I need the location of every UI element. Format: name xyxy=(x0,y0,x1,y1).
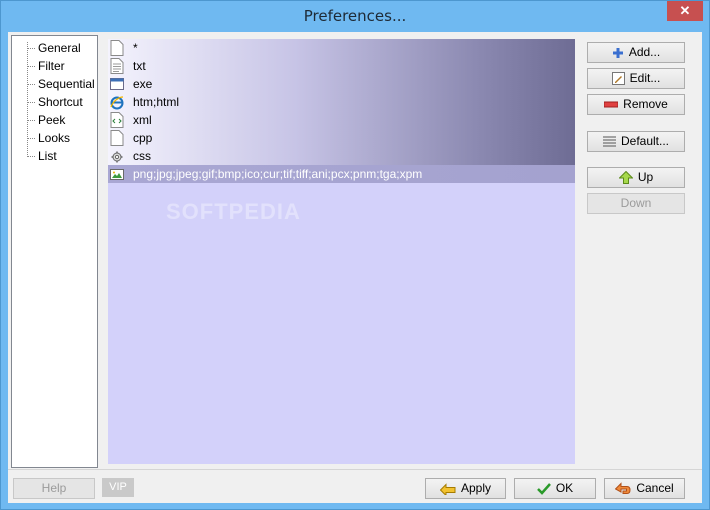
checkmark-icon xyxy=(536,482,551,495)
list-item[interactable]: css xyxy=(108,147,575,165)
default-button-label: Default... xyxy=(620,134,670,148)
list-item[interactable]: xml xyxy=(108,111,575,129)
list-item-label: txt xyxy=(133,59,146,73)
tree-item-filter[interactable]: Filter xyxy=(12,58,97,76)
apply-button-label: Apply xyxy=(460,481,492,495)
list-item-label: exe xyxy=(133,77,153,91)
edit-pencil-icon xyxy=(611,72,625,86)
xml-file-icon xyxy=(110,112,124,128)
add-button-label: Add... xyxy=(628,45,661,59)
list-item-label: png;jpg;jpeg;gif;bmp;ico;cur;tif;tiff;an… xyxy=(133,167,423,181)
ok-button-label: OK xyxy=(555,481,574,495)
remove-button[interactable]: Remove xyxy=(587,94,685,115)
blank-file-icon xyxy=(110,40,124,56)
minus-icon xyxy=(604,101,619,108)
cancel-button-label: Cancel xyxy=(636,481,674,495)
list-item-label: * xyxy=(133,41,138,55)
list-item[interactable]: * xyxy=(108,39,575,57)
tree-item-general[interactable]: General xyxy=(12,40,97,58)
help-button[interactable]: Help xyxy=(13,478,95,499)
window-title: Preferences... xyxy=(303,7,407,25)
edit-button[interactable]: Edit... xyxy=(587,68,685,89)
plus-icon xyxy=(612,47,623,58)
remove-button-label: Remove xyxy=(623,97,668,111)
help-button-label: Help xyxy=(41,481,67,495)
tree-item-list[interactable]: List xyxy=(12,148,97,166)
title-bar[interactable]: Preferences... ✕ xyxy=(1,1,709,32)
tree-item-label: Sequential xyxy=(38,77,95,91)
default-button[interactable]: Default... xyxy=(587,131,685,152)
footer-separator xyxy=(8,469,702,470)
list-item-label: htm;html xyxy=(133,95,180,109)
list-lines-icon xyxy=(602,136,616,147)
list-item-label: xml xyxy=(133,113,152,127)
arrow-up-icon xyxy=(618,171,633,185)
list-item[interactable]: htm;html xyxy=(108,93,575,111)
close-icon: ✕ xyxy=(679,3,691,18)
cancel-button[interactable]: Cancel xyxy=(604,478,685,499)
tree-item-label: Peek xyxy=(38,113,66,127)
list-item[interactable]: txt xyxy=(108,57,575,75)
css-gear-icon xyxy=(111,151,123,163)
filter-list[interactable]: * txt exe htm;html xml cpp css png;jpg;j… xyxy=(108,39,575,464)
exe-window-icon xyxy=(110,78,124,90)
up-button[interactable]: Up xyxy=(587,167,685,188)
category-tree[interactable]: General Filter Sequential Shortcut Peek … xyxy=(11,35,98,468)
up-button-label: Up xyxy=(637,170,654,184)
tree-item-sequential[interactable]: Sequential xyxy=(12,76,97,94)
blank-file-icon xyxy=(110,130,124,146)
text-file-icon xyxy=(110,58,124,74)
tree-item-label: General xyxy=(38,41,81,55)
edit-button-label: Edit... xyxy=(629,71,661,85)
list-item[interactable]: cpp xyxy=(108,129,575,147)
dialog-client: General Filter Sequential Shortcut Peek … xyxy=(8,32,702,503)
close-button[interactable]: ✕ xyxy=(667,1,703,21)
tree-item-peek[interactable]: Peek xyxy=(12,112,97,130)
list-item-selected[interactable]: png;jpg;jpeg;gif;bmp;ico;cur;tif;tiff;an… xyxy=(108,165,575,183)
down-button[interactable]: Down xyxy=(587,193,685,214)
tree-item-label: Looks xyxy=(38,131,71,145)
list-item[interactable]: exe xyxy=(108,75,575,93)
apply-button[interactable]: Apply xyxy=(425,478,506,499)
watermark: SOFTPEDIA xyxy=(166,199,301,224)
tree-item-label: Filter xyxy=(38,59,65,73)
image-file-icon xyxy=(110,169,124,180)
apply-arrow-icon xyxy=(439,483,456,495)
add-button[interactable]: Add... xyxy=(587,42,685,63)
tree-item-shortcut[interactable]: Shortcut xyxy=(12,94,97,112)
down-button-label: Down xyxy=(620,196,652,210)
tree-item-label: List xyxy=(38,149,57,163)
list-item-label: cpp xyxy=(133,131,153,145)
preferences-window: Preferences... ✕ General Filter Sequenti… xyxy=(0,0,710,510)
ie-icon xyxy=(110,96,124,110)
tree-item-label: Shortcut xyxy=(38,95,83,109)
cancel-arrow-icon xyxy=(615,482,631,494)
list-item-label: css xyxy=(133,149,151,163)
tree-item-looks[interactable]: Looks xyxy=(12,130,97,148)
ok-button[interactable]: OK xyxy=(514,478,596,499)
vip-badge[interactable]: VIP xyxy=(102,478,134,497)
